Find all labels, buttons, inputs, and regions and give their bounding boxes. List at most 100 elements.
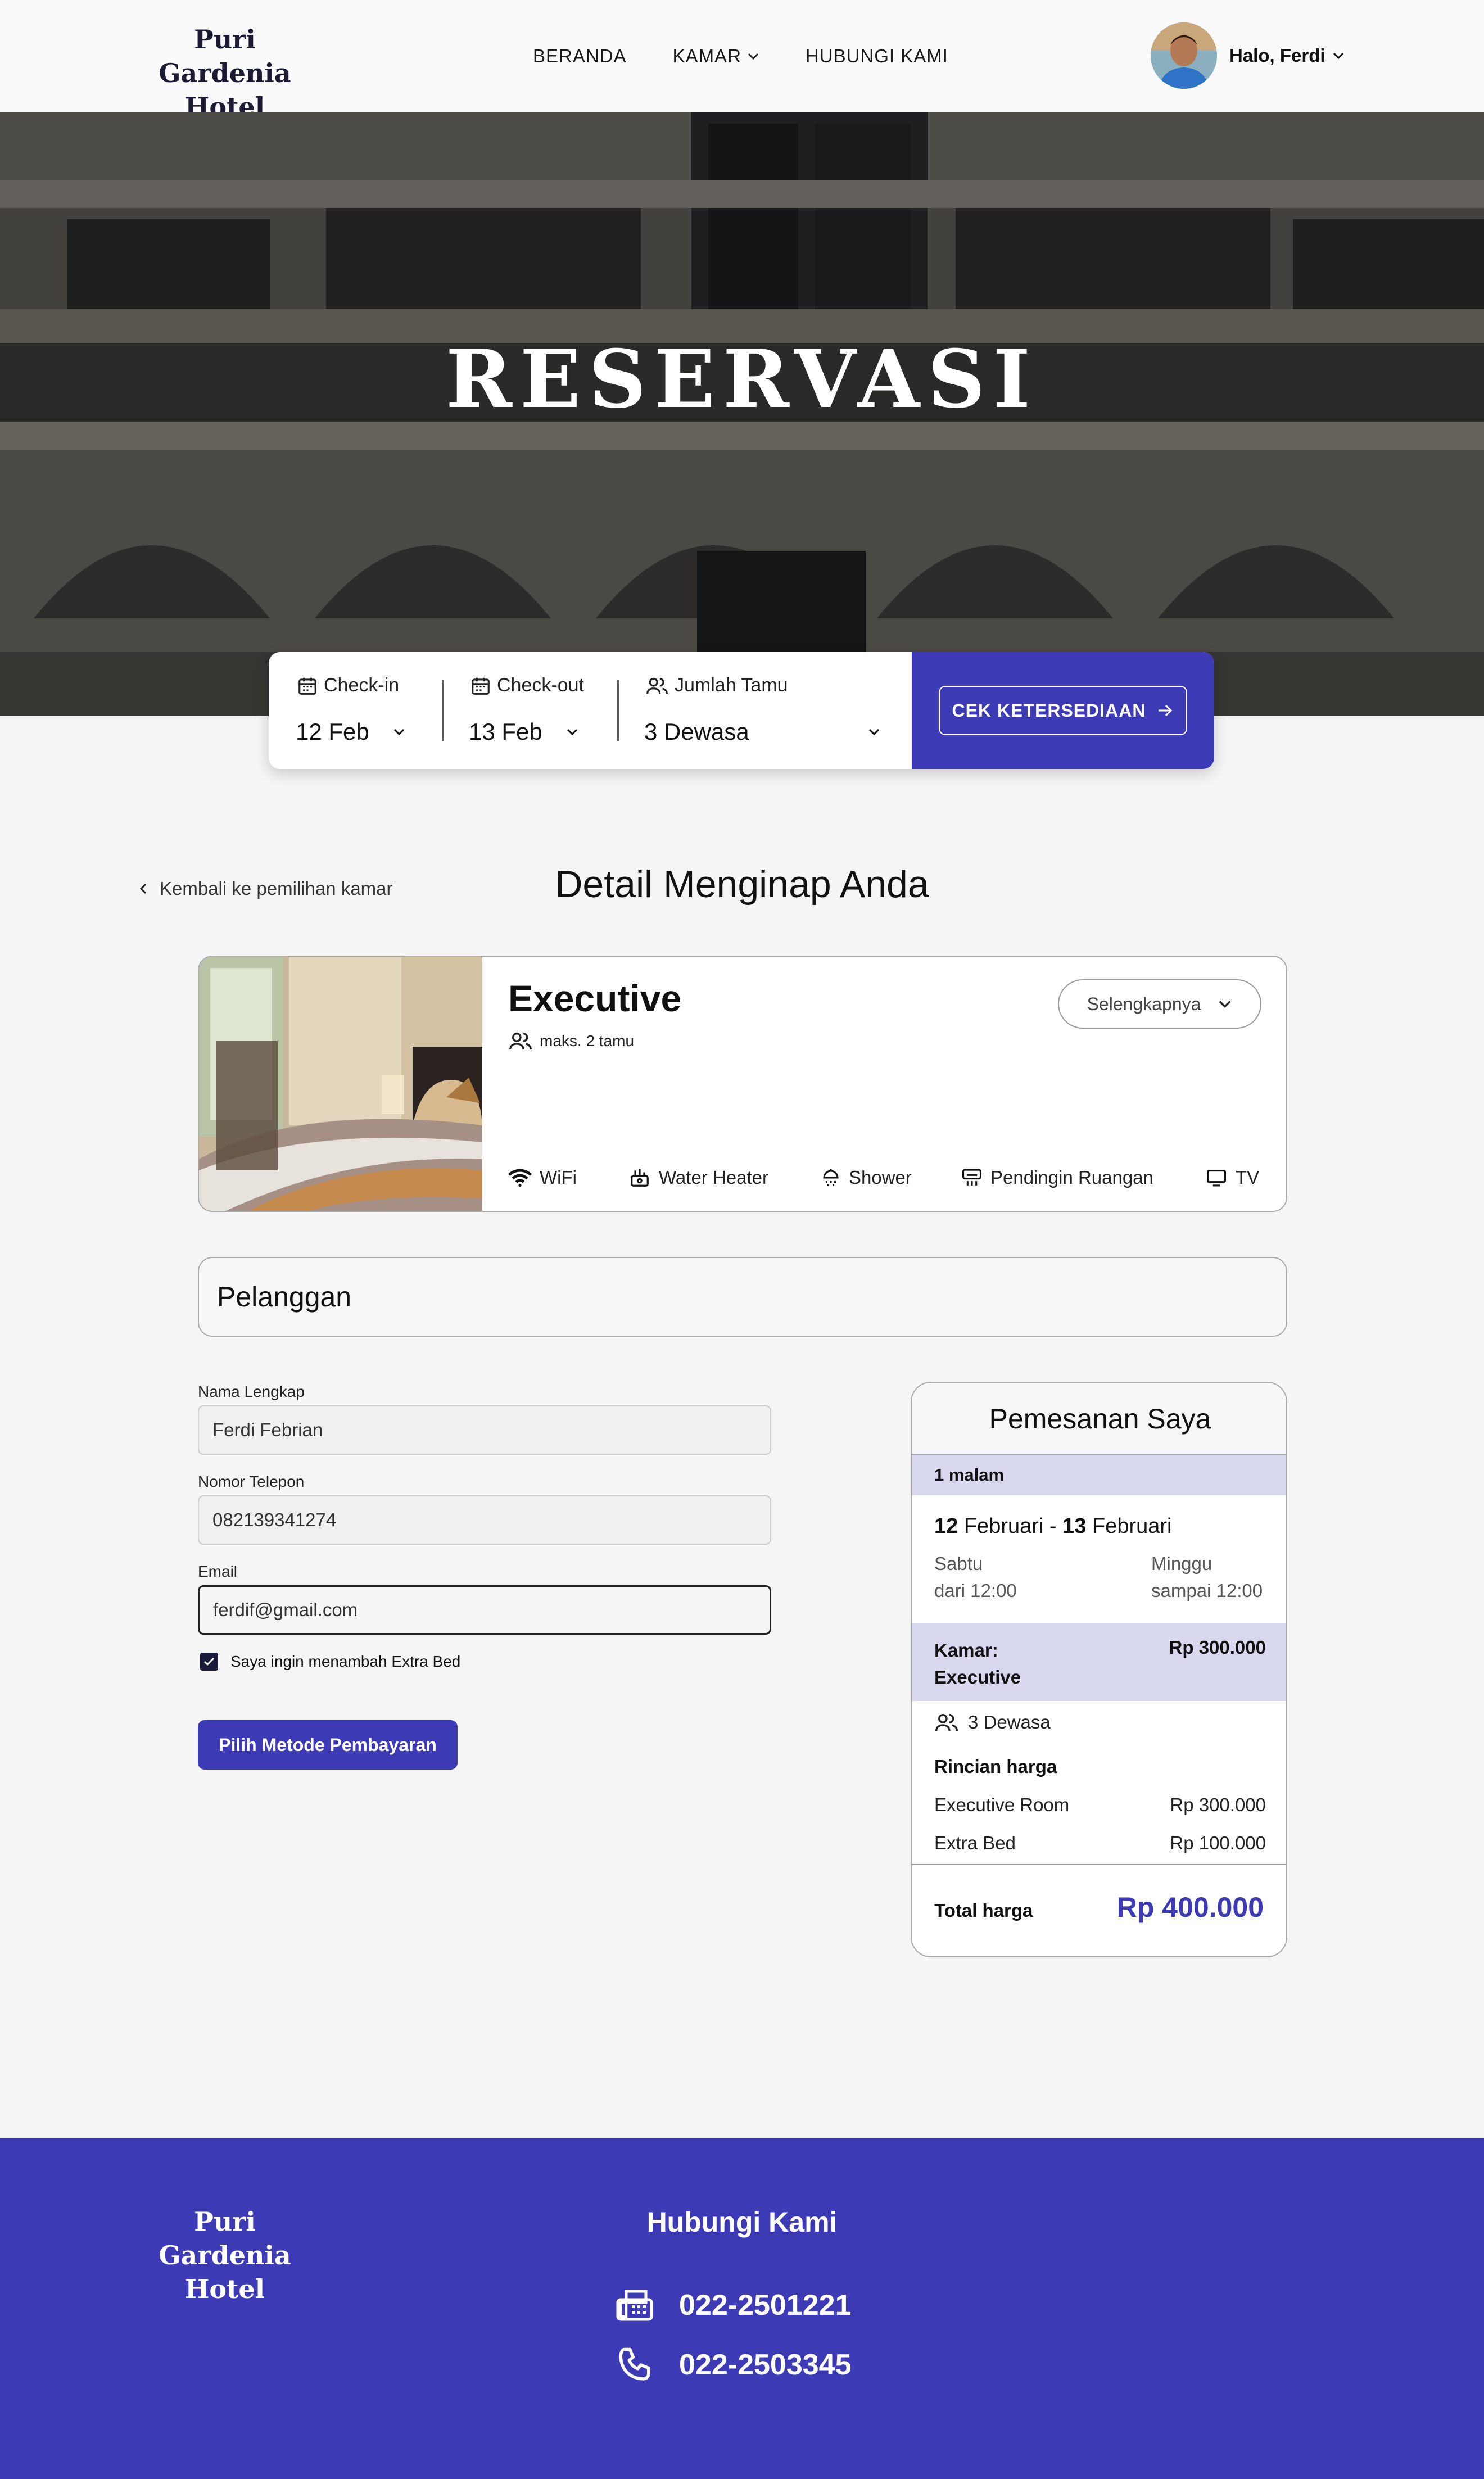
- check-availability-label: CEK KETERSEDIAAN: [952, 700, 1146, 721]
- footer-fax-number: 022-2501221: [679, 2289, 852, 2322]
- checkout-day-info: Minggu sampai 12:00: [1151, 1550, 1263, 1604]
- hero-banner: RESERVASI: [0, 112, 1484, 716]
- divider: [442, 680, 444, 741]
- room-capacity-text: maks. 2 tamu: [540, 1032, 635, 1049]
- user-greeting[interactable]: Halo, Ferdi: [1229, 45, 1345, 66]
- avatar: [1151, 22, 1217, 89]
- total-price-label: Total harga: [934, 1900, 1033, 1921]
- footer-phone[interactable]: 022-2503345: [615, 2346, 852, 2383]
- extra-bed-checkbox[interactable]: [200, 1653, 218, 1671]
- guests-label: Jumlah Tamu: [645, 675, 788, 696]
- full-name-value: Ferdi Febrian: [212, 1419, 323, 1440]
- checkout-value-text: 13 Feb: [469, 718, 542, 745]
- air-conditioner-icon: [962, 1169, 981, 1186]
- users-icon: [509, 1033, 532, 1050]
- divider: [617, 680, 619, 741]
- checkin-value: 12 Feb: [296, 718, 405, 745]
- checkout-label-text: Check-out: [497, 675, 584, 696]
- checkout-value: 13 Feb: [469, 718, 578, 745]
- guests-value: 3 Dewasa: [644, 718, 880, 745]
- amenity-label: TV: [1236, 1167, 1260, 1188]
- email-value: ferdif@gmail.com: [213, 1599, 358, 1620]
- nav-link-beranda[interactable]: BERANDA: [533, 44, 627, 69]
- tv-icon: [1207, 1170, 1226, 1187]
- amenity-label: WiFi: [540, 1167, 577, 1188]
- checkout-weekday: Minggu: [1151, 1553, 1212, 1574]
- see-more-label: Selengkapnya: [1087, 993, 1201, 1014]
- user-menu[interactable]: Halo, Ferdi: [1151, 22, 1345, 89]
- checkin-value-text: 12 Feb: [296, 718, 369, 745]
- chevron-down-icon: [748, 53, 758, 60]
- room-label-line-1: Kamar:: [934, 1640, 998, 1661]
- chevron-down-icon: [393, 729, 404, 736]
- hero-title: RESERVASI: [445, 333, 1039, 426]
- checkin-field[interactable]: Check-in 12 Feb: [269, 652, 442, 769]
- chevron-down-icon: [1219, 1001, 1231, 1008]
- guests-field[interactable]: Jumlah Tamu 3 Dewasa: [619, 652, 912, 769]
- water-heater-icon: [631, 1169, 649, 1187]
- users-icon: [646, 677, 668, 694]
- summary-room-label: Kamar: Executive: [934, 1637, 1021, 1691]
- room-card: Executive maks. 2 tamu Selengkapnya WiFi…: [198, 956, 1287, 1212]
- phone-field[interactable]: 082139341274: [198, 1495, 771, 1545]
- footer-logo-line-2: Hotel: [184, 2274, 265, 2304]
- booking-action-area: CEK KETERSEDIAAN: [912, 652, 1214, 769]
- room-name: Executive: [508, 978, 682, 1019]
- nav-links: BERANDA KAMAR HUBUNGI KAMI: [533, 44, 994, 69]
- summary-date-range: 12 Februari - 13 Februari: [934, 1514, 1171, 1539]
- footer-fax[interactable]: 022-2501221: [615, 2288, 852, 2323]
- users-icon: [935, 1714, 958, 1731]
- amenity-label: Water Heater: [659, 1167, 769, 1188]
- footer-phone-number: 022-2503345: [679, 2349, 852, 2381]
- booking-bar: Check-in 12 Feb Check-out 13 Feb Jumlah …: [269, 652, 1214, 769]
- summary-room: Kamar: Executive Rp 300.000: [912, 1623, 1286, 1701]
- checkout-label: Check-out: [470, 675, 584, 696]
- top-navbar: Puri Gardenia Hotel BERANDA KAMAR HUBUNG…: [0, 0, 1484, 122]
- nav-link-label: HUBUNGI KAMI: [805, 46, 948, 66]
- chevron-down-icon: [567, 729, 577, 736]
- fax-icon: [616, 2290, 653, 2321]
- customer-section-title: Pelanggan: [217, 1281, 352, 1313]
- price-breakdown-title: Rincian harga: [934, 1756, 1266, 1777]
- logo-line-1: Puri Gardenia: [159, 24, 291, 88]
- email-field[interactable]: ferdif@gmail.com: [198, 1585, 771, 1635]
- extra-bed-option[interactable]: Saya ingin menambah Extra Bed: [200, 1653, 460, 1671]
- checkin-weekday: Sabtu: [934, 1553, 983, 1574]
- summary-room-price: Rp 300.000: [1169, 1637, 1266, 1658]
- wifi-icon: [508, 1169, 532, 1187]
- total-price-value: Rp 400.000: [1116, 1892, 1264, 1923]
- nav-link-hubungi-kami[interactable]: HUBUNGI KAMI: [806, 44, 948, 69]
- amenity-label: Pendingin Ruangan: [990, 1167, 1153, 1188]
- amenity-air-conditioner: Pendingin Ruangan: [961, 1167, 1153, 1188]
- checkout-field[interactable]: Check-out 13 Feb: [444, 652, 616, 769]
- arrow-right-icon: [1159, 704, 1173, 717]
- calendar-icon: [472, 677, 490, 695]
- amenity-shower: Shower: [821, 1167, 912, 1188]
- checkout-time: sampai 12:00: [1151, 1580, 1263, 1601]
- checkin-time: dari 12:00: [934, 1580, 1017, 1601]
- summary-guests-text: 3 Dewasa: [968, 1712, 1051, 1732]
- checkout-month: Februari: [1092, 1514, 1172, 1538]
- price-item-row: Extra Bed Rp 100.000: [934, 1833, 1266, 1854]
- choose-payment-method-button[interactable]: Pilih Metode Pembayaran: [198, 1720, 458, 1770]
- check-availability-button[interactable]: CEK KETERSEDIAAN: [939, 686, 1187, 735]
- amenity-label: Shower: [849, 1167, 912, 1188]
- room-photo: [199, 957, 482, 1211]
- hotel-logo[interactable]: Puri Gardenia Hotel: [135, 22, 315, 124]
- chevron-down-icon: [1333, 52, 1343, 60]
- amenity-water-heater: Water Heater: [628, 1167, 768, 1188]
- phone-icon: [619, 2347, 650, 2381]
- page-title: Detail Menginap Anda: [555, 863, 929, 906]
- nav-link-kamar[interactable]: KAMAR: [673, 44, 759, 69]
- price-item-label: Executive Room: [934, 1794, 1070, 1815]
- customer-section-header: Pelanggan: [198, 1257, 1287, 1337]
- phone-value: 082139341274: [212, 1509, 337, 1530]
- price-item-row: Executive Room Rp 300.000: [934, 1794, 1266, 1816]
- amenity-wifi: WiFi: [508, 1167, 577, 1188]
- price-item-value: Rp 100.000: [1170, 1833, 1266, 1853]
- check-icon: [203, 1657, 215, 1666]
- see-more-dropdown[interactable]: Selengkapnya: [1058, 979, 1261, 1029]
- price-item-label: Extra Bed: [934, 1833, 1016, 1853]
- full-name-field[interactable]: Ferdi Febrian: [198, 1405, 771, 1455]
- checkin-month: Februari: [963, 1514, 1044, 1538]
